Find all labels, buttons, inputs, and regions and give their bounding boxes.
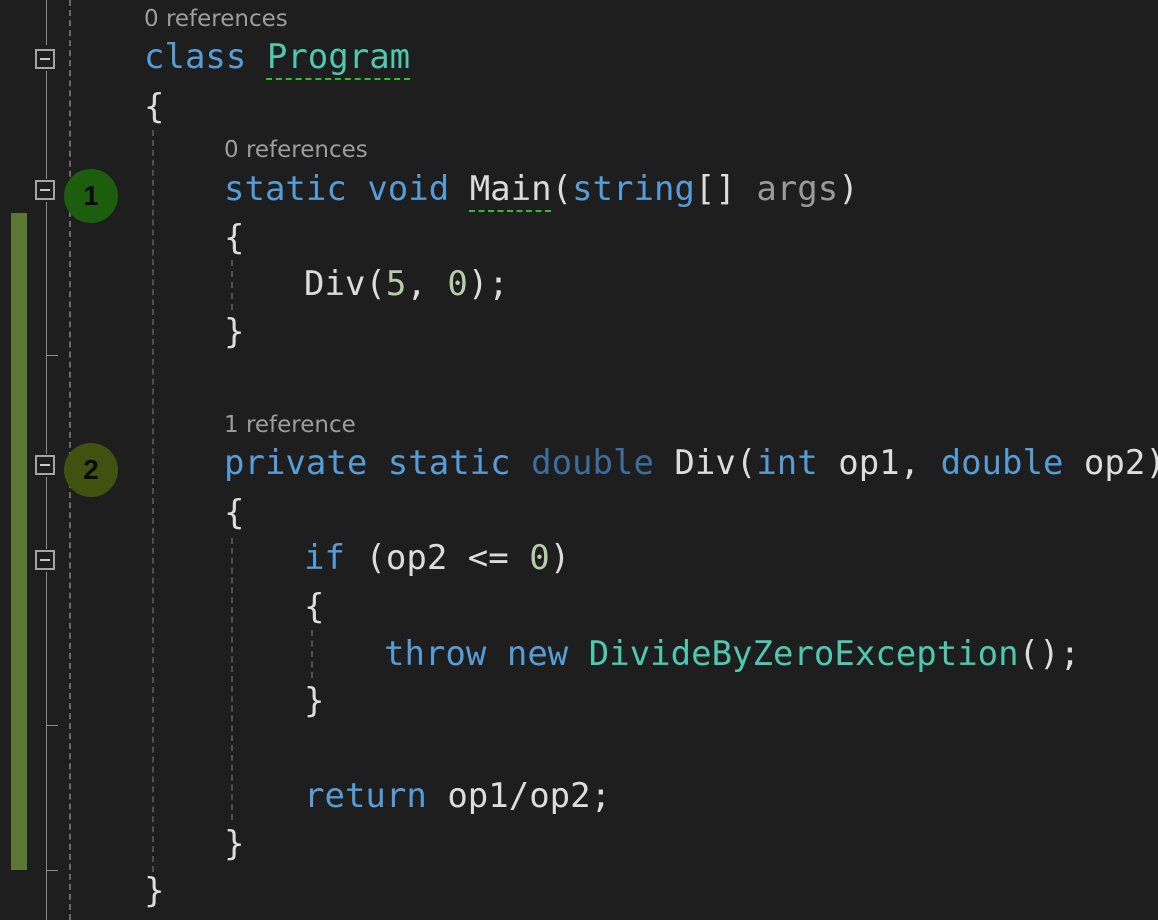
change-tracking-bar (11, 213, 27, 870)
paren: ( (551, 169, 573, 209)
code-editor[interactable]: 1 2 0 references 0 references 1 referenc… (0, 0, 1158, 920)
array-brackets: [] (694, 169, 736, 209)
codelens-main-references[interactable]: 0 references (224, 137, 368, 163)
code-line-class-open-brace[interactable]: { (144, 87, 164, 127)
indent-guide (231, 260, 233, 310)
comma: , (899, 443, 941, 483)
keyword-new: new (506, 634, 569, 674)
code-line-main-open-brace[interactable]: { (224, 218, 244, 258)
outline-line (46, 871, 47, 920)
codelens-div-references[interactable]: 1 reference (224, 412, 356, 438)
code-line-main-signature[interactable]: static void Main(string[] args) (224, 169, 859, 209)
step-marker-1: 1 (64, 169, 118, 223)
brace: { (304, 587, 325, 627)
brace: } (224, 824, 245, 864)
code-line-if-open-brace[interactable]: { (304, 587, 324, 627)
number-literal: 0 (447, 264, 468, 304)
outline-end-tick (46, 725, 58, 726)
step-marker-2: 2 (64, 443, 118, 497)
code-line-div-open-brace[interactable]: { (224, 493, 244, 533)
code-line-return[interactable]: return op1/op2; (304, 776, 611, 816)
brace: { (144, 87, 165, 127)
outline-line (46, 726, 47, 870)
keyword-double: double (940, 443, 1064, 483)
outline-line (46, 356, 47, 454)
keyword-int: int (756, 443, 818, 483)
number-literal: 5 (385, 264, 407, 304)
return-expression: op1/op2; (447, 776, 612, 816)
method-name-div: Div (674, 443, 736, 483)
outline-line (46, 202, 47, 355)
condition: op2 <= (385, 538, 530, 578)
keyword-private: private (224, 443, 368, 483)
brace: } (304, 681, 325, 721)
code-line-div-call[interactable]: Div(5, 0); (304, 264, 509, 304)
type-dividebyzeroexception: DivideByZeroException (588, 634, 1019, 674)
collapse-main-icon[interactable] (35, 180, 55, 200)
keyword-class: class (144, 37, 247, 77)
keyword-if: if (304, 538, 345, 578)
class-name-program: Program (266, 37, 411, 77)
keyword-string: string (572, 169, 695, 209)
code-line-class-declaration[interactable]: class Program (144, 37, 410, 77)
paren: ) (549, 538, 571, 578)
call-div: Div (304, 264, 366, 304)
brace: } (144, 871, 165, 911)
keyword-static: static (224, 169, 347, 209)
outline-line (46, 477, 47, 549)
code-line-if-close-brace[interactable]: } (304, 681, 324, 721)
paren: ) (1145, 443, 1158, 483)
codelens-class-references[interactable]: 0 references (144, 6, 288, 32)
brace: { (224, 493, 245, 533)
code-line-main-close-brace[interactable]: } (224, 312, 244, 352)
keyword-throw: throw (384, 634, 487, 674)
keyword-static: static (387, 443, 511, 483)
brace: } (224, 312, 245, 352)
code-line-class-close-brace[interactable]: } (144, 871, 164, 911)
outline-line (46, 572, 47, 725)
outline-line (46, 0, 47, 45)
paren: ) (838, 169, 859, 209)
keyword-return: return (304, 776, 427, 816)
outline-end-tick (46, 870, 58, 871)
keyword-void: void (367, 169, 450, 209)
brace: { (224, 218, 245, 258)
paren: ( (365, 538, 386, 578)
param-args: args (756, 169, 839, 209)
indent-guide (231, 538, 233, 820)
code-line-div-signature[interactable]: private static double Div(int op1, doubl… (224, 443, 1158, 483)
call-end: ); (467, 264, 509, 304)
code-line-if-statement[interactable]: if (op2 <= 0) (304, 538, 570, 578)
collapse-class-icon[interactable] (35, 49, 55, 69)
code-line-throw[interactable]: throw new DivideByZeroException(); (384, 634, 1080, 674)
collapse-div-icon[interactable] (35, 455, 55, 475)
comma: , (406, 264, 448, 304)
keyword-double-return: double (531, 443, 654, 483)
paren: ( (365, 264, 386, 304)
code-line-div-close-brace[interactable]: } (224, 824, 244, 864)
param-op2: op2 (1083, 443, 1146, 483)
outline-line (46, 71, 47, 179)
paren: ( (735, 443, 757, 483)
outline-end-tick (46, 355, 58, 356)
indent-guide (311, 630, 313, 678)
ctor-end: (); (1018, 634, 1081, 674)
indent-guide (152, 130, 154, 872)
method-name-main: Main (469, 169, 552, 209)
collapse-if-icon[interactable] (35, 550, 55, 570)
param-op1: op1 (838, 443, 900, 483)
number-literal: 0 (529, 538, 550, 578)
